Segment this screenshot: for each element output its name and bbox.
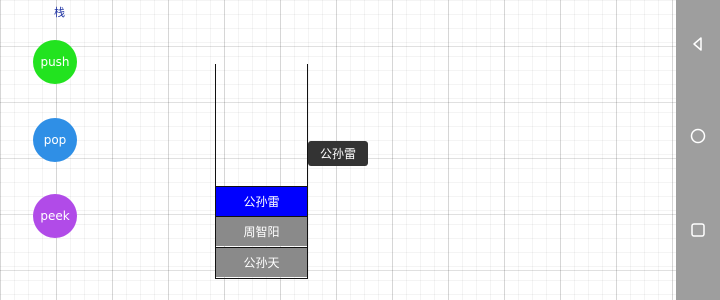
page-title: 栈 (54, 6, 65, 19)
push-button[interactable]: push (33, 40, 77, 84)
stack-item-middle: 周智阳 (216, 216, 307, 246)
stack-item-bottom: 公孙天 (216, 247, 307, 277)
stack-right-wall (307, 64, 308, 279)
peek-tooltip: 公孙雷 (308, 141, 368, 166)
back-triangle-icon[interactable] (690, 36, 706, 52)
android-nav-bar (676, 0, 720, 300)
canvas: 栈 push pop peek 公孙雷 周智阳 公孙天 公孙雷 (0, 0, 676, 300)
peek-button[interactable]: peek (33, 194, 77, 238)
pop-button[interactable]: pop (33, 118, 77, 162)
home-circle-icon[interactable] (690, 128, 706, 144)
recent-square-icon[interactable] (690, 222, 706, 238)
stack-bottom (215, 278, 308, 279)
stack-item-top: 公孙雷 (216, 186, 307, 216)
